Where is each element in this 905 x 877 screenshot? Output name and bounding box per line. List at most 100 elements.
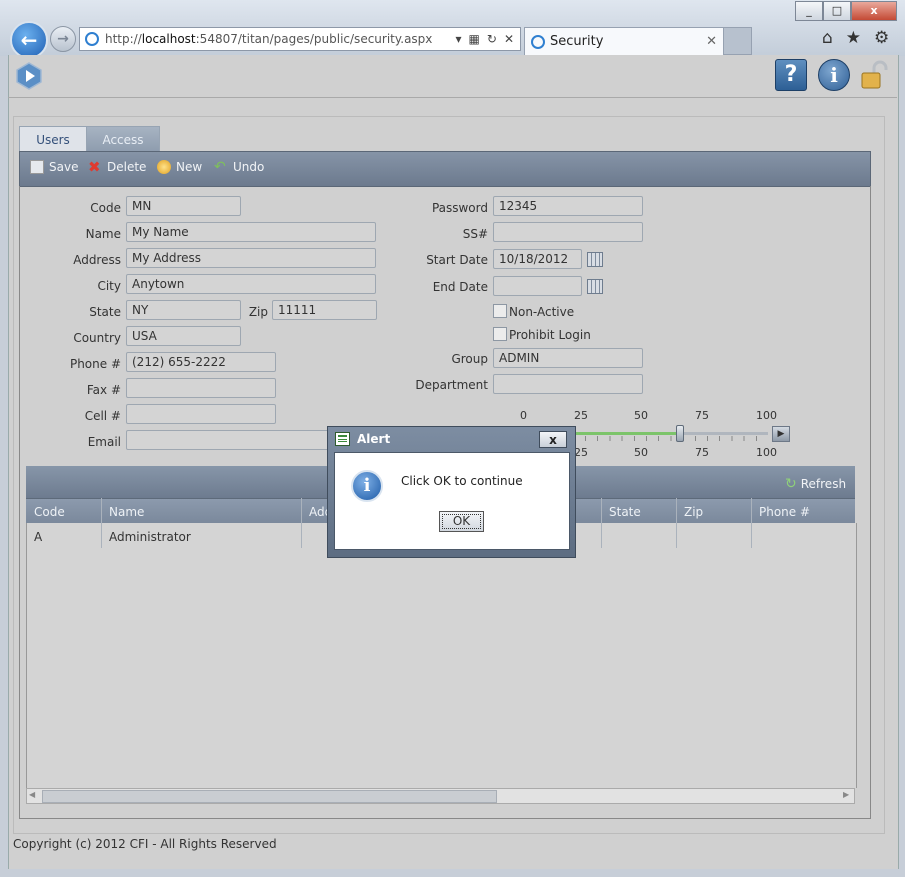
zip-field[interactable]: 11111 <box>272 300 377 320</box>
end-date-label: End Date <box>432 280 488 294</box>
ie-page-icon <box>85 32 99 46</box>
browser-tab-title: Security <box>550 34 604 49</box>
slider-tick-label: 100 <box>756 409 777 422</box>
save-button[interactable]: Save <box>30 160 78 174</box>
grid-body <box>26 523 857 788</box>
prohibit-login-label: Prohibit Login <box>509 328 591 342</box>
back-button[interactable]: ← <box>10 21 48 59</box>
minimize-button[interactable]: _ <box>795 1 823 21</box>
tab-access[interactable]: Access <box>86 126 160 153</box>
prohibit-login-checkbox[interactable] <box>493 327 507 341</box>
refresh-button[interactable]: ↻ Refresh <box>785 476 846 492</box>
app-header <box>8 55 897 98</box>
new-button[interactable]: New <box>157 160 202 174</box>
dialog-message: Click OK to continue <box>401 474 523 488</box>
close-tab-icon[interactable]: ✕ <box>706 34 717 49</box>
table-cell-name[interactable]: Administrator <box>109 530 191 544</box>
compat-view-icon[interactable]: ▦ <box>469 32 480 46</box>
end-date-field[interactable] <box>493 276 582 296</box>
refresh-icon[interactable]: ↻ <box>487 32 497 46</box>
column-header-address[interactable]: Address <box>309 505 327 519</box>
slider-next-button[interactable]: ▶ <box>772 426 790 442</box>
browser-tab-security[interactable]: Security ✕ <box>524 27 724 55</box>
favorites-star-icon[interactable]: ★ <box>846 28 861 48</box>
ok-button[interactable]: OK <box>439 511 484 532</box>
column-divider <box>751 498 752 548</box>
maximize-button[interactable]: □ <box>823 1 851 21</box>
city-label: City <box>97 279 121 293</box>
column-header-code[interactable]: Code <box>34 505 65 519</box>
tab-users[interactable]: Users <box>19 126 87 153</box>
scroll-left-icon[interactable]: ◀ <box>29 790 35 799</box>
stop-icon[interactable]: ✕ <box>504 32 514 46</box>
column-header-state[interactable]: State <box>609 505 641 519</box>
slider-tick-label: 100 <box>756 446 777 459</box>
undo-arrow-icon: ↶ <box>214 159 226 175</box>
non-active-checkbox[interactable] <box>493 304 507 318</box>
red-x-icon: ✖ <box>88 158 101 176</box>
scrollbar-thumb[interactable] <box>42 790 497 803</box>
slider-tick-label: 25 <box>574 446 588 459</box>
unlock-icon[interactable] <box>860 60 888 90</box>
column-header-name[interactable]: Name <box>109 505 144 519</box>
window-controls: _ □ x <box>795 1 897 21</box>
new-tab-button[interactable] <box>723 27 752 55</box>
column-header-phone[interactable]: Phone # <box>759 505 810 519</box>
browser-tools: ⌂ ★ ⚙ <box>822 28 889 48</box>
start-date-field[interactable]: 10/18/2012 <box>493 249 582 269</box>
slider-tick-label: 25 <box>574 409 588 422</box>
address-label: Address <box>73 253 121 267</box>
delete-button[interactable]: ✖ Delete <box>88 158 146 176</box>
cell-label: Cell # <box>84 409 121 423</box>
zip-label: Zip <box>248 305 268 319</box>
country-field[interactable]: USA <box>126 326 241 346</box>
name-label: Name <box>85 227 121 241</box>
column-divider <box>101 498 102 548</box>
app-logo-icon <box>16 62 42 90</box>
calendar-icon[interactable] <box>587 279 603 294</box>
close-window-button[interactable]: x <box>851 1 897 21</box>
state-field[interactable]: NY <box>126 300 241 320</box>
column-divider <box>601 498 602 548</box>
department-field[interactable] <box>493 374 643 394</box>
state-label: State <box>89 305 121 319</box>
sun-new-icon <box>157 160 171 174</box>
fax-field[interactable] <box>126 378 276 398</box>
help-button[interactable]: ? <box>775 59 807 91</box>
refresh-icon: ↻ <box>785 476 797 492</box>
floppy-icon <box>30 160 44 174</box>
slider-thumb[interactable] <box>676 425 685 442</box>
ss-field[interactable] <box>493 222 643 242</box>
calendar-icon[interactable] <box>587 252 603 267</box>
address-field[interactable]: My Address <box>126 248 376 268</box>
undo-button[interactable]: ↶ Undo <box>214 160 264 174</box>
password-field[interactable]: 12345 <box>493 196 643 216</box>
group-field[interactable]: ADMIN <box>493 348 643 368</box>
code-label: Code <box>90 201 121 215</box>
forward-button[interactable]: → <box>50 26 76 52</box>
column-header-zip[interactable]: Zip <box>684 505 703 519</box>
ie-tab-icon <box>531 34 545 49</box>
gear-icon[interactable]: ⚙ <box>874 28 889 48</box>
address-bar[interactable]: http://localhost:54807/titan/pages/publi… <box>79 27 521 51</box>
cell-field[interactable] <box>126 404 276 424</box>
slider-tick-label: 75 <box>695 446 709 459</box>
slider-tick-label: 75 <box>695 409 709 422</box>
non-active-label: Non-Active <box>509 305 575 319</box>
slider-tick-label: 0 <box>520 409 527 422</box>
dialog-close-button[interactable]: x <box>539 431 567 448</box>
info-button[interactable]: i <box>818 59 850 91</box>
name-field[interactable]: My Name <box>126 222 376 242</box>
email-label: Email <box>87 435 121 449</box>
home-icon[interactable]: ⌂ <box>822 28 833 48</box>
code-field[interactable]: MN <box>126 196 241 216</box>
city-field[interactable]: Anytown <box>126 274 376 294</box>
dropdown-icon[interactable]: ▾ <box>456 32 462 46</box>
table-cell-code[interactable]: A <box>34 530 42 544</box>
scroll-right-icon[interactable]: ▶ <box>843 790 849 799</box>
phone-field[interactable]: (212) 655-2222 <box>126 352 276 372</box>
form-toolbar <box>19 151 871 187</box>
footer-copyright: Copyright (c) 2012 CFI - All Rights Rese… <box>13 837 277 851</box>
url-text: http://localhost:54807/titan/pages/publi… <box>105 32 433 46</box>
ss-label: SS# <box>462 227 488 241</box>
